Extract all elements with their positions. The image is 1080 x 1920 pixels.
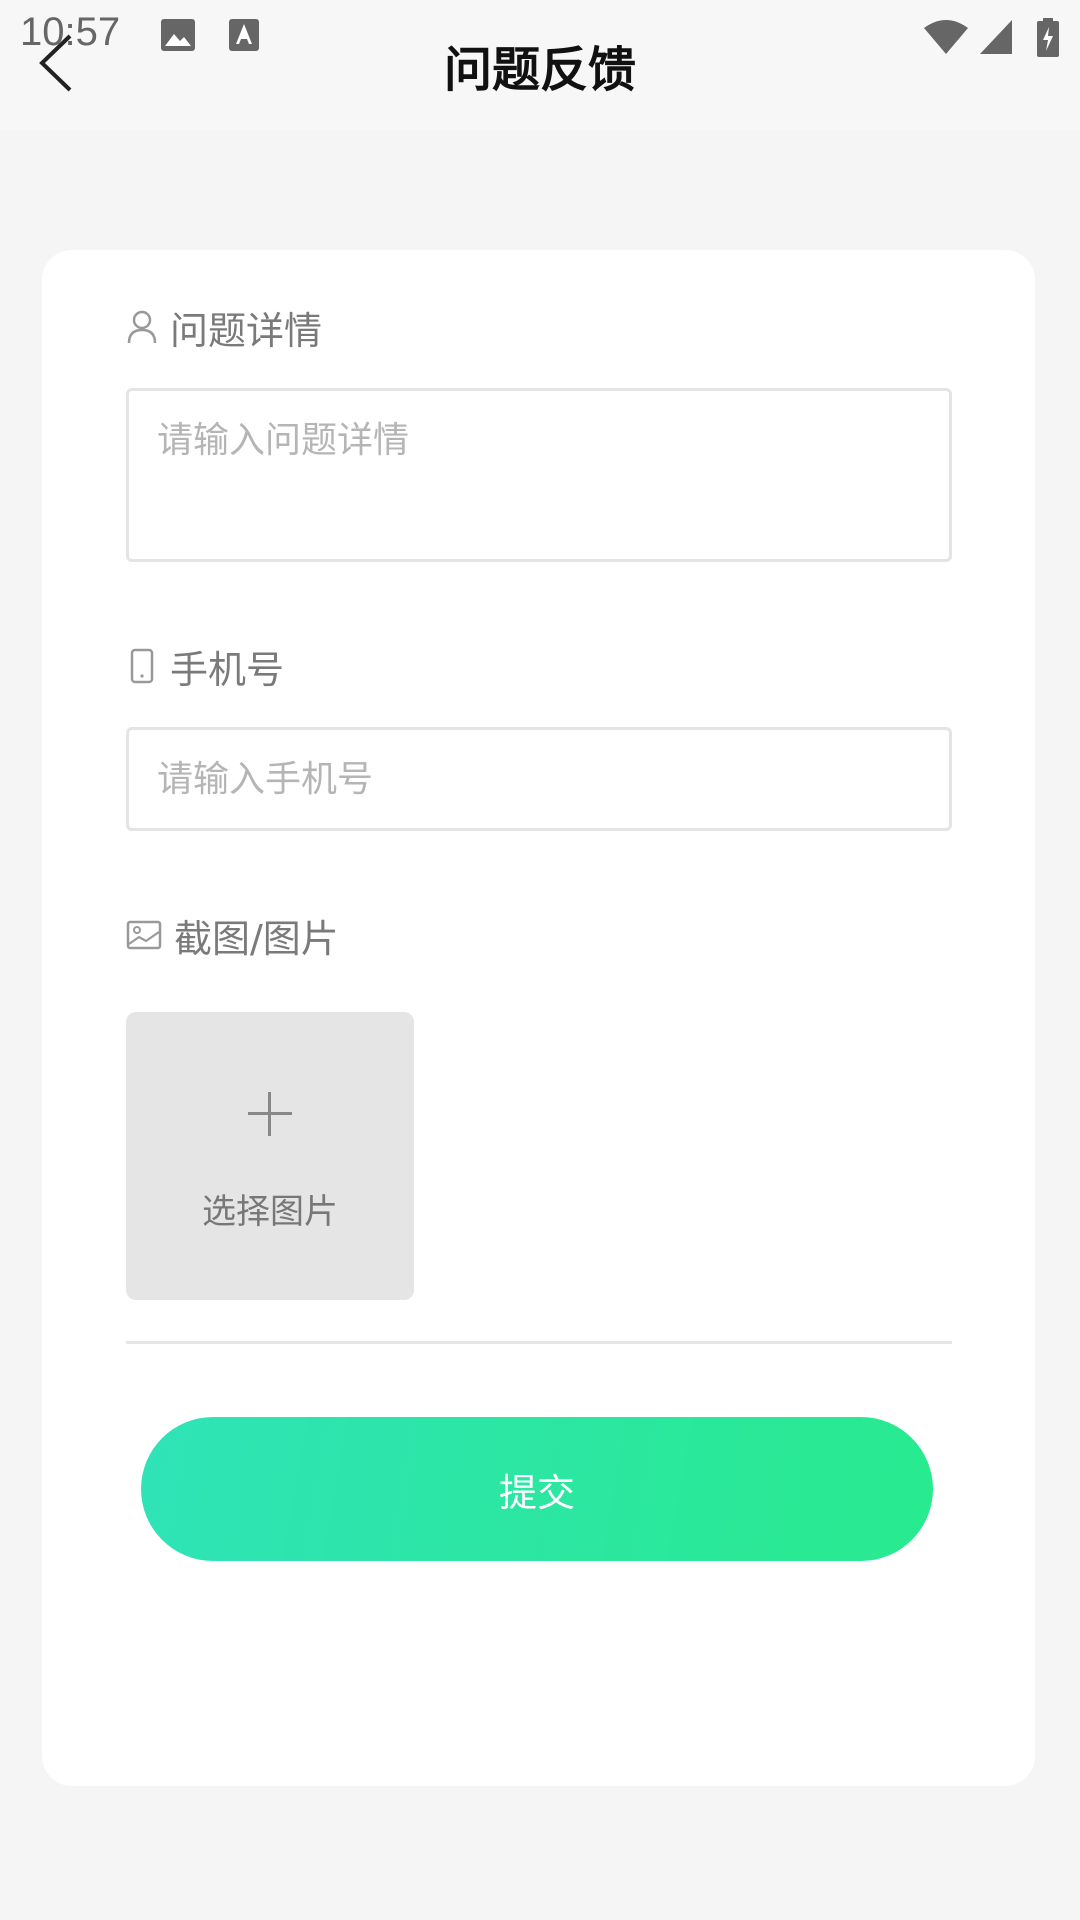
text-notification-icon <box>229 19 259 51</box>
phone-icon <box>130 648 154 684</box>
image-label-text: 截图/图片 <box>174 916 339 961</box>
image-icon <box>126 920 162 950</box>
plus-icon <box>248 1092 292 1136</box>
divider <box>126 1341 952 1344</box>
feedback-form-card: 问题详情 手机号 截图/图片 选择图片 提交 <box>42 250 1035 1786</box>
signal-icon <box>980 20 1012 54</box>
phone-section-label: 手机号 <box>126 641 285 692</box>
user-icon <box>127 310 157 344</box>
wifi-icon <box>924 20 968 54</box>
detail-textarea-wrapper <box>126 388 952 562</box>
phone-label-text: 手机号 <box>170 647 285 692</box>
phone-input[interactable] <box>129 730 949 828</box>
detail-label-text: 问题详情 <box>170 308 323 353</box>
gallery-notification-icon <box>161 19 195 51</box>
select-image-button[interactable]: 选择图片 <box>126 1012 414 1300</box>
battery-icon <box>1037 18 1059 57</box>
problem-detail-input[interactable] <box>129 391 949 559</box>
select-image-label: 选择图片 <box>202 1192 338 1232</box>
image-section-label: 截图/图片 <box>126 910 339 961</box>
status-bar: 10:57 <box>0 0 1080 72</box>
submit-button[interactable]: 提交 <box>141 1417 933 1561</box>
phone-input-wrapper <box>126 727 952 831</box>
status-time: 10:57 <box>20 10 121 54</box>
detail-section-label: 问题详情 <box>126 302 323 353</box>
